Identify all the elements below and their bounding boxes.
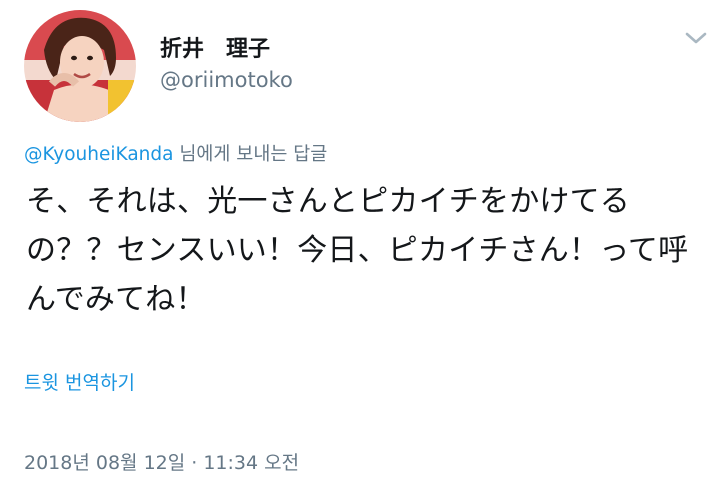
user-handle[interactable]: @oriimotoko xyxy=(160,66,293,94)
reply-context: @KyouheiKanda 님에게 보내는 답글 xyxy=(24,142,327,168)
translate-tweet-link[interactable]: 트윗 번역하기 xyxy=(24,370,135,396)
reply-suffix-text: 님에게 보내는 답글 xyxy=(173,144,328,165)
tweet-timestamp[interactable]: 2018년 08월 12일 · 11:34 오전 xyxy=(24,450,299,476)
avatar[interactable] xyxy=(24,10,136,122)
display-name[interactable]: 折井 理子 xyxy=(160,36,270,64)
reply-mention-link[interactable]: @KyouheiKanda xyxy=(24,144,173,165)
tweet-text: そ、それは、光一さんとピカイチをかけてるの？？センスいい！今日、ピカイチさん！っ… xyxy=(26,184,689,317)
profile-photo-avatar xyxy=(24,10,136,122)
chevron-down-icon[interactable] xyxy=(682,26,710,50)
